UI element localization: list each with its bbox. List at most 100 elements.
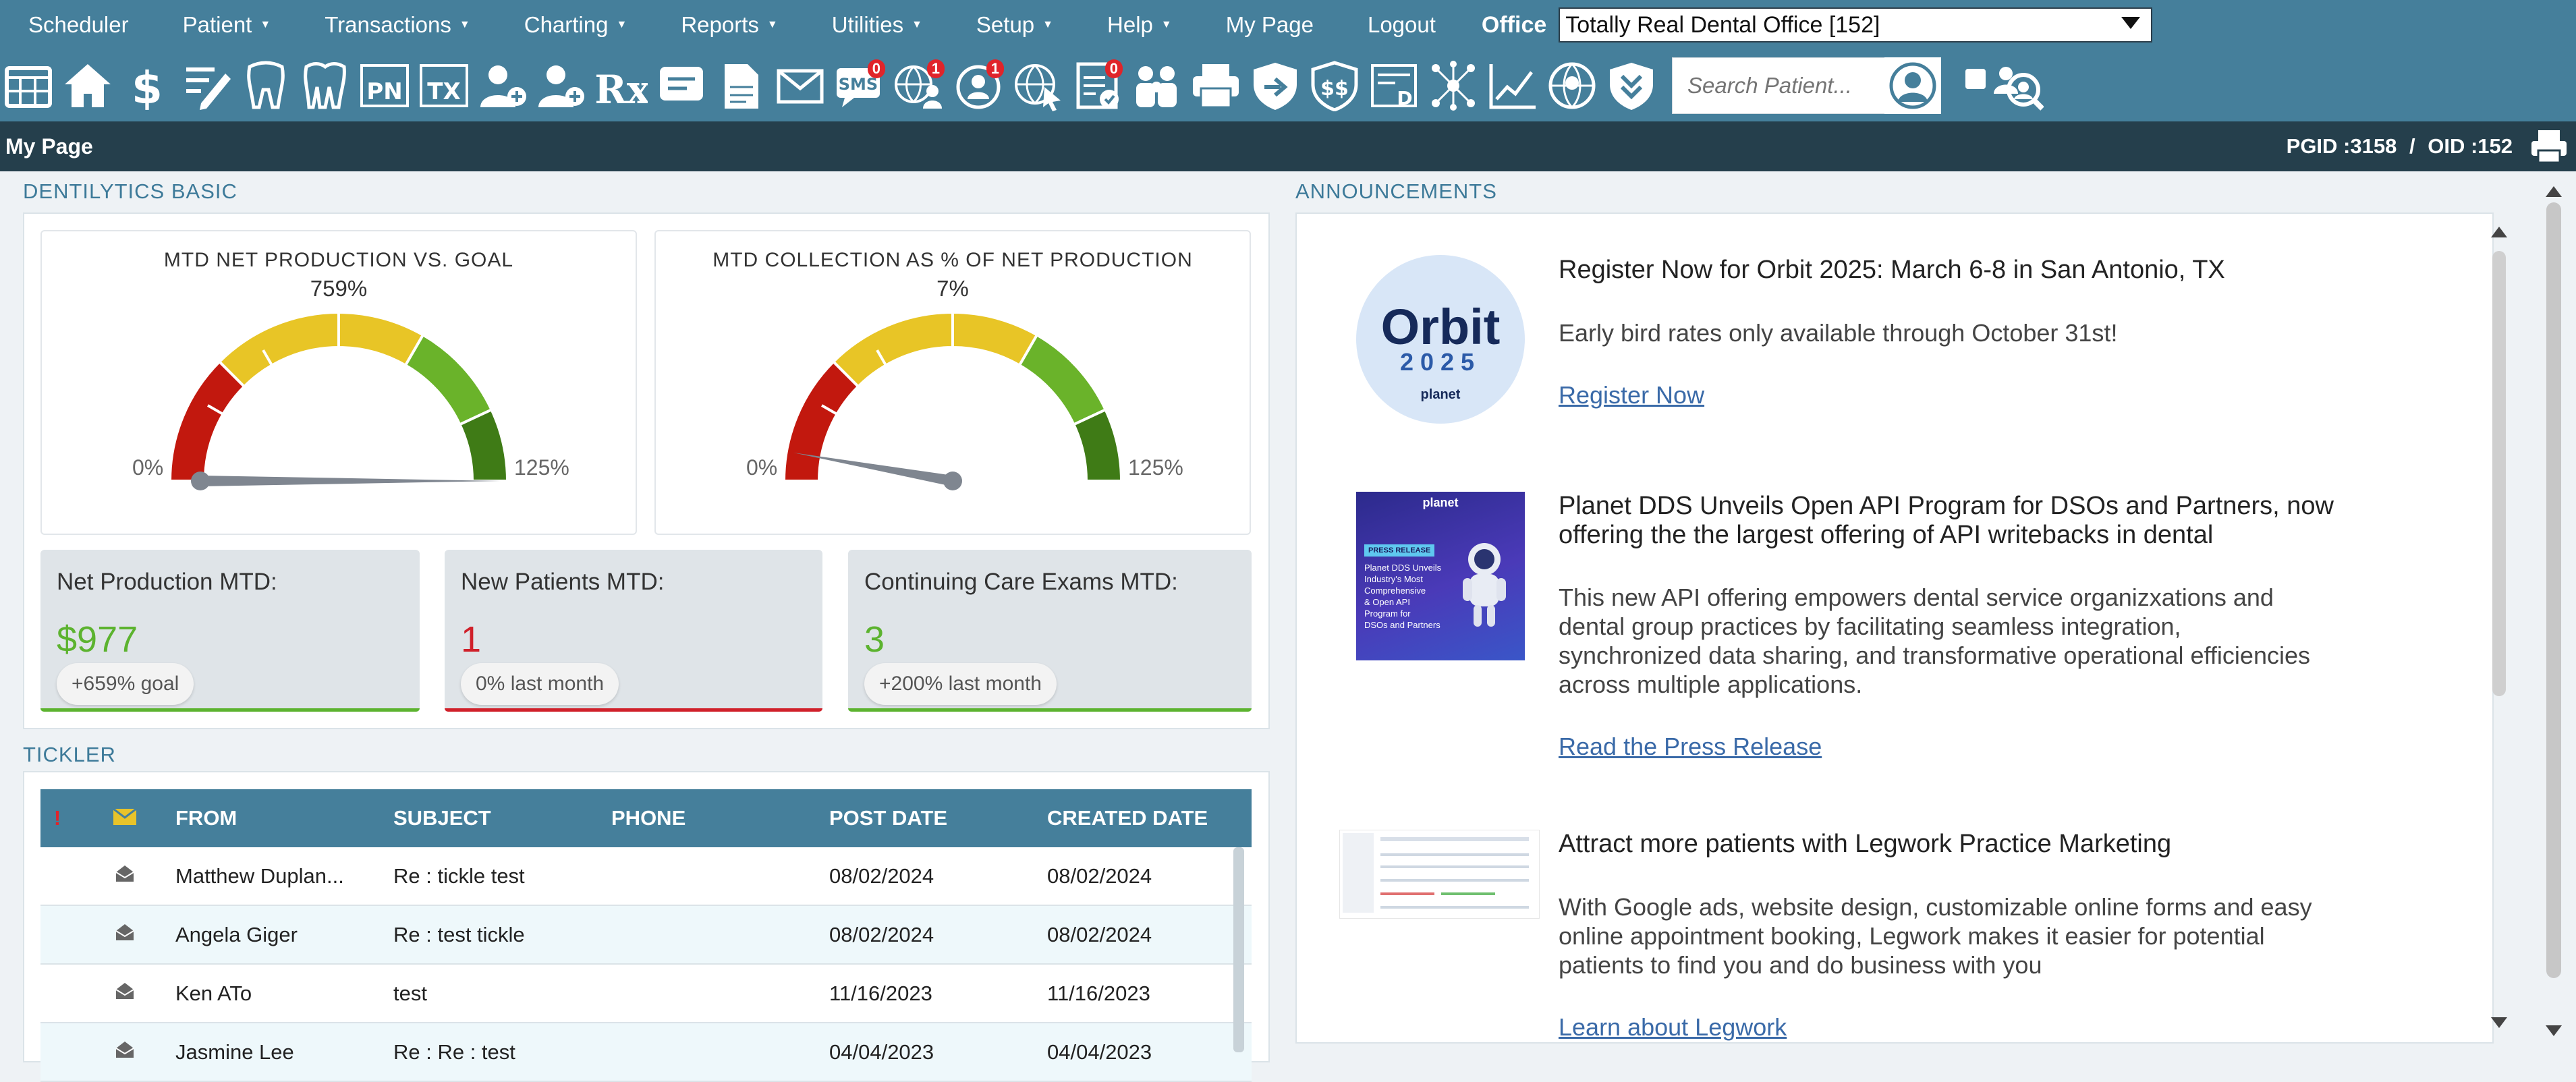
menu-utilities[interactable]: Utilities ▼ — [804, 12, 948, 38]
menu-my-page[interactable]: My Page — [1198, 12, 1339, 38]
document-icon[interactable] — [715, 55, 766, 116]
envelope-open-icon[interactable] — [74, 923, 175, 947]
register-now-link[interactable]: Register Now — [1559, 381, 1704, 409]
icon-toolbar: $ PN TX Rx SMS 0 1 1 0 $$ D — [0, 50, 2576, 121]
patient-search-box[interactable] — [1672, 57, 1885, 114]
scroll-down-arrow-icon[interactable] — [2491, 1017, 2507, 1028]
family-icon[interactable] — [1131, 55, 1182, 116]
money-shield-icon[interactable]: $$ — [1309, 55, 1360, 116]
dollar-icon[interactable]: $ — [121, 55, 173, 116]
image-row — [1380, 865, 1529, 868]
notification-badge: 1 — [986, 59, 1004, 78]
page-scroll-down-icon[interactable] — [2546, 1025, 2562, 1036]
announcement-body-line: synchronized data sharing, and transform… — [1559, 642, 2310, 669]
report-d-icon[interactable]: D — [1368, 55, 1420, 116]
menu-scheduler[interactable]: Scheduler — [0, 12, 155, 38]
add-family-icon[interactable] — [537, 55, 588, 116]
press-image-line: Industry's Most — [1364, 574, 1424, 584]
tickler-scrollbar[interactable] — [1233, 847, 1244, 1052]
chat-user-icon[interactable]: 1 — [953, 55, 1004, 116]
envelope-header-icon[interactable] — [74, 806, 175, 830]
menu-logout[interactable]: Logout — [1339, 12, 1461, 38]
press-image-headline: Planet DDS Unveils Industry's Most Compreh… — [1364, 562, 1445, 631]
menu-setup[interactable]: Setup ▼ — [948, 12, 1079, 38]
menu-transactions[interactable]: Transactions ▼ — [296, 12, 496, 38]
priority-header[interactable]: ! — [40, 806, 74, 830]
search-option-checkbox[interactable] — [1965, 69, 1986, 89]
globe-cursor-icon[interactable] — [1012, 55, 1063, 116]
announcement-body-line: dental group practices by facilitating s… — [1559, 613, 2181, 640]
stat-comparison-pill: 0% last month — [461, 663, 619, 705]
user-search-icon[interactable] — [1884, 57, 1941, 114]
learn-legwork-link[interactable]: Learn about Legwork — [1559, 1013, 1787, 1042]
envelope-open-icon[interactable] — [74, 1040, 175, 1064]
printer-icon[interactable] — [1190, 55, 1241, 116]
stat-comparison-pill: +659% goal — [57, 663, 194, 705]
page-header-bar: My Page PGID :3158 / OID :152 — [0, 121, 2576, 171]
subject-cell: test — [393, 981, 427, 1005]
tx-icon[interactable]: TX — [418, 55, 470, 116]
svg-text:PN: PN — [366, 78, 402, 105]
globe-user-circle-icon[interactable] — [1546, 55, 1598, 116]
sms-icon[interactable]: SMS 0 — [834, 55, 885, 116]
announcement-body: This new API offering empowers dental se… — [1559, 583, 2310, 699]
stat-label: New Patients MTD: — [461, 569, 665, 595]
add-patient-icon[interactable] — [478, 55, 529, 116]
notification-badge: 0 — [1104, 59, 1123, 78]
tickler-row[interactable]: Ken ATo test 11/16/2023 11/16/2023 — [40, 965, 1252, 1023]
email-icon[interactable] — [775, 55, 826, 116]
page-ids: PGID :3158 / OID :152 — [2287, 134, 2513, 159]
tickler-row[interactable]: Angela Giger Re : test tickle 08/02/2024 08… — [40, 906, 1252, 965]
menu-reports[interactable]: Reports ▼ — [652, 12, 803, 38]
notes-edit-icon[interactable] — [181, 55, 232, 116]
stat-accent-bar — [445, 708, 822, 712]
pn-icon[interactable]: PN — [359, 55, 410, 116]
rx-icon[interactable]: Rx — [596, 55, 648, 116]
subject-header[interactable]: SUBJECT — [393, 806, 611, 830]
menu-patient[interactable]: Patient ▼ — [155, 12, 297, 38]
page-scrollbar-thumb[interactable] — [2546, 202, 2561, 978]
envelope-open-icon[interactable] — [74, 981, 175, 1006]
patient-search-input[interactable] — [1686, 72, 1884, 99]
read-press-release-link[interactable]: Read the Press Release — [1559, 733, 1822, 761]
forward-shield-icon[interactable] — [1250, 55, 1301, 116]
post-date-header[interactable]: POST DATE — [829, 806, 1047, 830]
svg-text:$$: $$ — [1320, 77, 1349, 101]
tickler-row[interactable]: Matthew Duplan... Re : tickle test 08/02/2… — [40, 847, 1252, 906]
tickler-row[interactable]: Jasmine Lee Re : Re : test 04/04/2023 04/04… — [40, 1023, 1252, 1082]
press-image-line: Program for — [1364, 608, 1411, 619]
message-icon[interactable] — [656, 55, 707, 116]
image-sidebar — [1343, 833, 1374, 913]
tooth-icon[interactable] — [240, 55, 291, 116]
office-select[interactable]: Totally Real Dental Office [152] — [1559, 7, 2153, 42]
from-header[interactable]: FROM — [175, 806, 393, 830]
menu-charting[interactable]: Charting ▼ — [496, 12, 653, 38]
menu-label: Reports — [681, 12, 759, 37]
post-date-cell: 04/04/2023 — [829, 1040, 934, 1064]
svg-text:Rx: Rx — [596, 67, 648, 111]
network-icon[interactable] — [1428, 55, 1479, 116]
menu-label: Logout — [1367, 12, 1436, 37]
phone-header[interactable]: PHONE — [611, 806, 829, 830]
envelope-open-icon[interactable] — [74, 864, 175, 888]
teeth-icon[interactable] — [300, 55, 351, 116]
pgid-label: PGID :3158 — [2286, 134, 2397, 158]
printer-icon[interactable] — [2529, 127, 2569, 165]
menu-help[interactable]: Help ▼ — [1079, 12, 1198, 38]
announcements-scrollbar-thumb[interactable] — [2492, 251, 2506, 696]
announcement-body-line: patients to find you and do business wit… — [1559, 951, 2042, 979]
calendar-icon[interactable] — [3, 55, 54, 116]
home-icon[interactable] — [62, 55, 113, 116]
scroll-up-arrow-icon[interactable] — [2491, 227, 2507, 237]
line-chart-icon[interactable] — [1487, 55, 1538, 116]
checklist-icon[interactable]: 0 — [1071, 55, 1123, 116]
gauge-value: 759% — [310, 276, 368, 301]
chevron-shield-icon[interactable] — [1606, 55, 1657, 116]
page-scroll-up-icon[interactable] — [2546, 186, 2562, 197]
page-title: My Page — [5, 134, 93, 159]
stat-label: Net Production MTD: — [57, 569, 277, 595]
created-date-header[interactable]: CREATED DATE — [1047, 806, 1252, 830]
globe-user-icon[interactable]: 1 — [893, 55, 945, 116]
group-search-icon[interactable] — [1992, 55, 2044, 116]
legwork-screenshot-image — [1339, 830, 1540, 919]
